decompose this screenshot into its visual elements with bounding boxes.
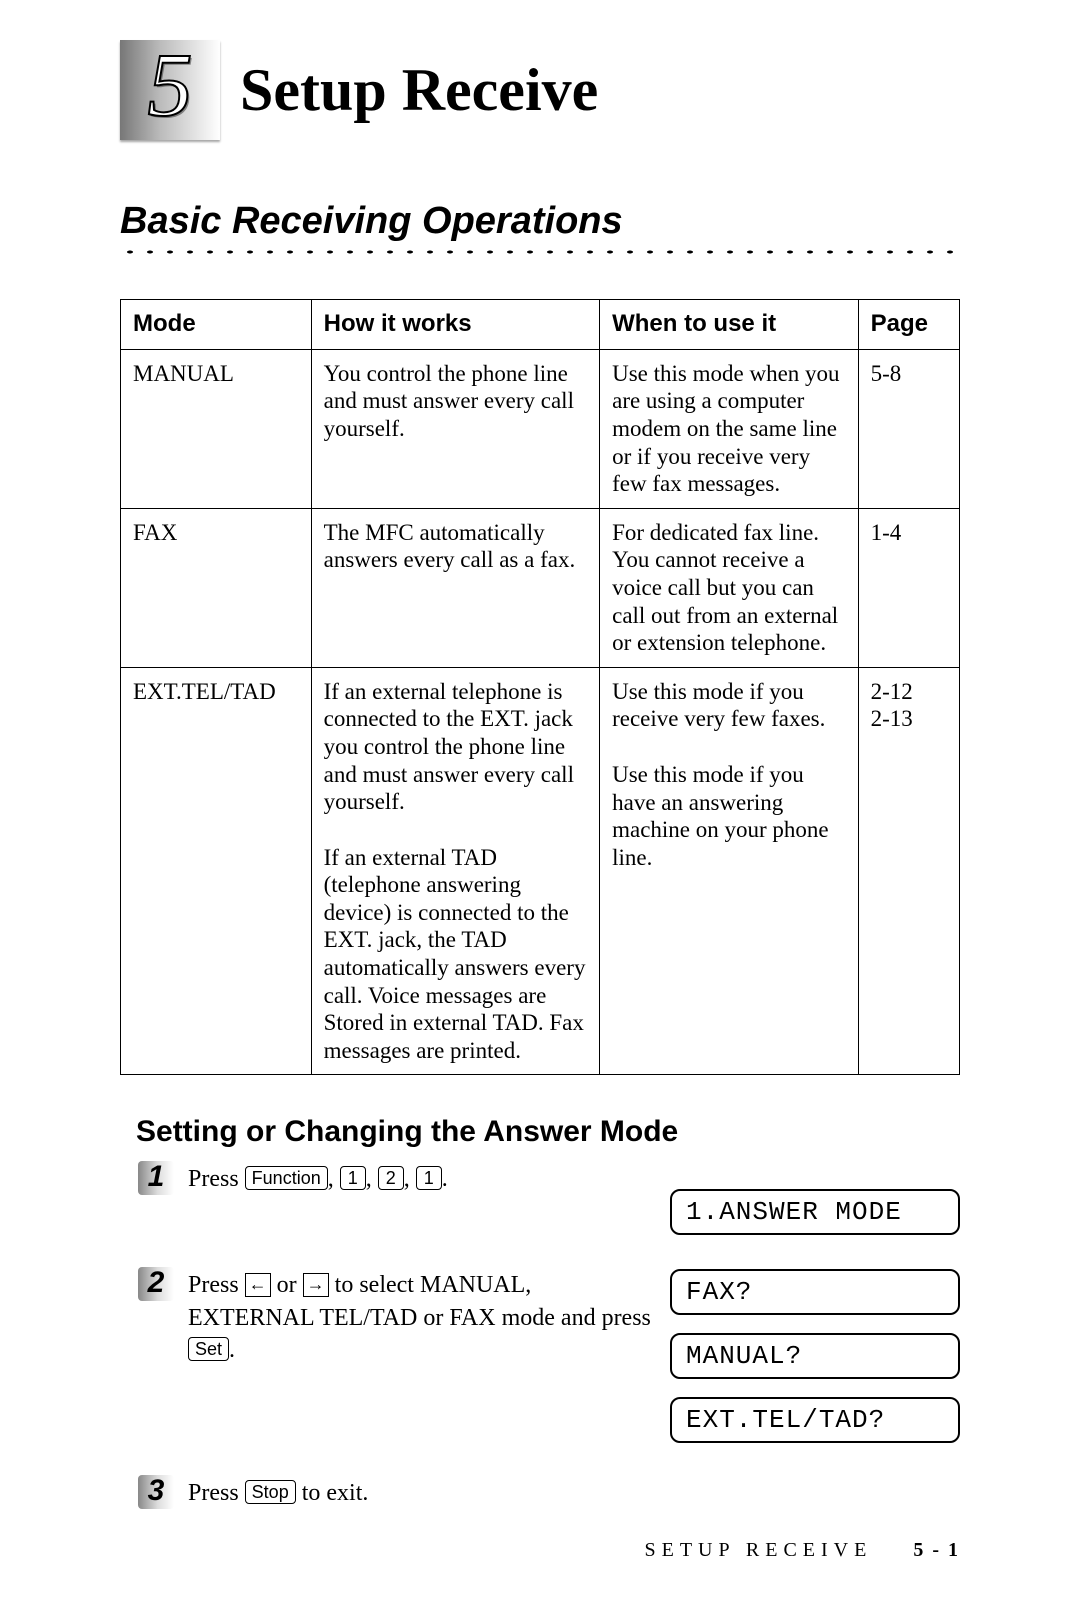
key-function: Function [245, 1166, 328, 1190]
table-header-row: Mode How it works When to use it Page [121, 300, 960, 350]
lcd-column: 1.ANSWER MODE [670, 1187, 960, 1235]
section-heading: Basic Receiving Operations [120, 200, 960, 243]
step-1: 1 Press Function, 1, 2, 1. 1.ANSWER MODE [138, 1161, 960, 1235]
step-3: 3 Press Stop to exit. [138, 1475, 960, 1509]
cell-page: 2-12 2-13 [858, 667, 959, 1075]
step-text-or: or [277, 1272, 303, 1298]
cell-how: If an external telephone is connected to… [311, 667, 600, 1075]
arrow-left-icon: ← [245, 1273, 271, 1297]
cell-how: The MFC automatically answers every call… [311, 508, 600, 667]
chapter-header: 5 Setup Receive [120, 40, 960, 140]
key-1b: 1 [416, 1166, 442, 1190]
step-text: Press [188, 1480, 245, 1506]
step-text: to exit. [302, 1480, 369, 1506]
key-1: 1 [340, 1166, 366, 1190]
col-page: Page [858, 300, 959, 350]
cell-when-part-b: Use this mode if you have an answering m… [612, 761, 846, 871]
chapter-title: Setup Receive [240, 56, 598, 125]
col-when: When to use it [600, 300, 859, 350]
lcd-display: 1.ANSWER MODE [670, 1189, 960, 1235]
cell-mode: MANUAL [121, 349, 312, 508]
chapter-number-badge: 5 [120, 40, 220, 140]
table-row: MANUAL You control the phone line and mu… [121, 349, 960, 508]
key-2: 2 [378, 1166, 404, 1190]
step-text: Press [188, 1272, 245, 1298]
col-how: How it works [311, 300, 600, 350]
sub-heading: Setting or Changing the Answer Mode [136, 1115, 960, 1149]
page-footer: SETUP RECEIVE 5 - 1 [645, 1539, 961, 1562]
table-row: FAX The MFC automatically answers every … [121, 508, 960, 667]
step-body: Press ← or → to select MANUAL, EXTERNAL … [188, 1267, 660, 1366]
step-number: 3 [138, 1475, 174, 1509]
modes-table: Mode How it works When to use it Page MA… [120, 299, 960, 1075]
cell-how-part-a: If an external telephone is connected to… [324, 678, 588, 816]
arrow-right-icon: → [303, 1273, 329, 1297]
cell-when-part-a: Use this mode if you receive very few fa… [612, 678, 846, 733]
cell-mode: EXT.TEL/TAD [121, 667, 312, 1075]
step-body: Press Stop to exit. [188, 1475, 660, 1509]
cell-when: Use this mode when you are using a compu… [600, 349, 859, 508]
step-2: 2 Press ← or → to select MANUAL, EXTERNA… [138, 1267, 960, 1443]
step-text: Press [188, 1166, 245, 1192]
chapter-number: 5 [148, 41, 193, 139]
lcd-display: MANUAL? [670, 1333, 960, 1379]
footer-page: 5 - 1 [913, 1539, 960, 1561]
cell-mode: FAX [121, 508, 312, 667]
lcd-display: FAX? [670, 1269, 960, 1315]
cell-how: You control the phone line and must answ… [311, 349, 600, 508]
key-set: Set [188, 1337, 229, 1361]
cell-when: Use this mode if you receive very few fa… [600, 667, 859, 1075]
col-mode: Mode [121, 300, 312, 350]
cell-page: 5-8 [858, 349, 959, 508]
lcd-display: EXT.TEL/TAD? [670, 1397, 960, 1443]
step-number: 1 [138, 1161, 174, 1195]
steps-list: 1 Press Function, 1, 2, 1. 1.ANSWER MODE… [138, 1161, 960, 1509]
cell-when: For dedicated fax line. You cannot recei… [600, 508, 859, 667]
cell-page: 1-4 [858, 508, 959, 667]
step-body: Press Function, 1, 2, 1. [188, 1161, 660, 1195]
step-number: 2 [138, 1267, 174, 1301]
dotted-rule [120, 247, 960, 257]
table-row: EXT.TEL/TAD If an external telephone is … [121, 667, 960, 1075]
cell-how-part-b: If an external TAD (telephone answering … [324, 844, 588, 1065]
key-stop: Stop [245, 1480, 296, 1504]
lcd-column: FAX? MANUAL? EXT.TEL/TAD? [670, 1267, 960, 1443]
footer-label: SETUP RECEIVE [645, 1539, 873, 1561]
